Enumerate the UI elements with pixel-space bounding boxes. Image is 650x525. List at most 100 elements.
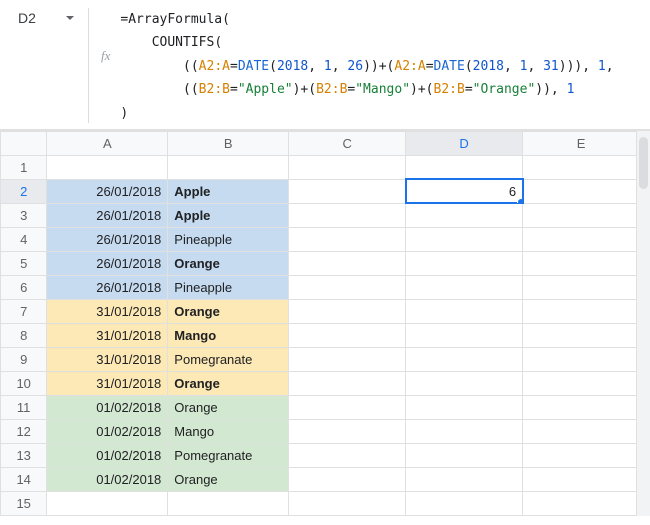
cell[interactable] bbox=[289, 251, 406, 275]
cell[interactable] bbox=[289, 491, 406, 515]
cell[interactable]: 26/01/2018 bbox=[47, 179, 168, 203]
row-header[interactable]: 15 bbox=[1, 491, 47, 515]
chevron-down-icon[interactable] bbox=[66, 16, 74, 20]
cell[interactable]: Orange bbox=[168, 371, 289, 395]
row-header[interactable]: 13 bbox=[1, 443, 47, 467]
cell[interactable]: Pomegranate bbox=[168, 443, 289, 467]
row-header[interactable]: 9 bbox=[1, 347, 47, 371]
row-header[interactable]: 12 bbox=[1, 419, 47, 443]
cell[interactable]: 26/01/2018 bbox=[47, 275, 168, 299]
cell[interactable] bbox=[289, 299, 406, 323]
cell[interactable]: 31/01/2018 bbox=[47, 299, 168, 323]
cell[interactable] bbox=[523, 299, 640, 323]
row-header[interactable]: 14 bbox=[1, 467, 47, 491]
cell[interactable] bbox=[523, 419, 640, 443]
row-header[interactable]: 2 bbox=[1, 179, 47, 203]
cell[interactable] bbox=[406, 395, 523, 419]
cell[interactable] bbox=[406, 203, 523, 227]
cell[interactable] bbox=[47, 491, 168, 515]
row-header[interactable]: 6 bbox=[1, 275, 47, 299]
cell[interactable]: Pomegranate bbox=[168, 347, 289, 371]
cell[interactable] bbox=[523, 275, 640, 299]
cell[interactable] bbox=[289, 419, 406, 443]
cell[interactable] bbox=[523, 491, 640, 515]
spreadsheet-grid[interactable]: ABCDE 1226/01/2018Apple6326/01/2018Apple… bbox=[0, 130, 650, 516]
cell[interactable] bbox=[406, 275, 523, 299]
cell[interactable] bbox=[289, 467, 406, 491]
column-header[interactable]: D bbox=[406, 131, 523, 155]
name-box[interactable]: D2 bbox=[8, 6, 80, 30]
cell[interactable]: Orange bbox=[168, 251, 289, 275]
row-header[interactable]: 10 bbox=[1, 371, 47, 395]
cell[interactable] bbox=[523, 443, 640, 467]
cell[interactable]: Mango bbox=[168, 323, 289, 347]
cell[interactable]: Apple bbox=[168, 203, 289, 227]
cell[interactable] bbox=[289, 203, 406, 227]
cell[interactable] bbox=[47, 155, 168, 179]
cell[interactable] bbox=[523, 155, 640, 179]
cell[interactable] bbox=[289, 155, 406, 179]
cell[interactable]: 01/02/2018 bbox=[47, 443, 168, 467]
formula-text[interactable]: =ArrayFormula( COUNTIFS( ((A2:A=DATE(201… bbox=[120, 8, 619, 125]
column-header[interactable]: C bbox=[289, 131, 406, 155]
row-header[interactable]: 3 bbox=[1, 203, 47, 227]
row-header[interactable]: 5 bbox=[1, 251, 47, 275]
cell[interactable] bbox=[168, 155, 289, 179]
cell[interactable]: 6 bbox=[406, 179, 523, 203]
cell[interactable] bbox=[289, 443, 406, 467]
cell[interactable]: 01/02/2018 bbox=[47, 395, 168, 419]
cell[interactable] bbox=[406, 227, 523, 251]
cell[interactable]: Pineapple bbox=[168, 227, 289, 251]
cell[interactable]: 01/02/2018 bbox=[47, 467, 168, 491]
cell[interactable] bbox=[289, 179, 406, 203]
cell[interactable] bbox=[523, 323, 640, 347]
cell[interactable]: Mango bbox=[168, 419, 289, 443]
select-all-corner[interactable] bbox=[1, 131, 47, 155]
cell[interactable] bbox=[523, 203, 640, 227]
cell[interactable]: 31/01/2018 bbox=[47, 347, 168, 371]
cell[interactable] bbox=[523, 371, 640, 395]
cell[interactable]: Orange bbox=[168, 395, 289, 419]
cell[interactable]: Apple bbox=[168, 179, 289, 203]
row-header[interactable]: 11 bbox=[1, 395, 47, 419]
column-header[interactable]: B bbox=[168, 131, 289, 155]
column-header[interactable]: E bbox=[523, 131, 640, 155]
cell[interactable] bbox=[523, 395, 640, 419]
cell[interactable]: 31/01/2018 bbox=[47, 323, 168, 347]
cell[interactable] bbox=[406, 347, 523, 371]
cell[interactable] bbox=[523, 227, 640, 251]
cell[interactable] bbox=[523, 251, 640, 275]
cell[interactable] bbox=[406, 323, 523, 347]
scrollbar-thumb[interactable] bbox=[639, 137, 648, 189]
cell[interactable]: Orange bbox=[168, 299, 289, 323]
cell[interactable]: Orange bbox=[168, 467, 289, 491]
cell[interactable] bbox=[289, 275, 406, 299]
row-header[interactable]: 8 bbox=[1, 323, 47, 347]
cell[interactable] bbox=[406, 251, 523, 275]
cell[interactable]: 01/02/2018 bbox=[47, 419, 168, 443]
cell[interactable] bbox=[406, 371, 523, 395]
formula-bar[interactable]: fx =ArrayFormula( COUNTIFS( ((A2:A=DATE(… bbox=[95, 6, 642, 125]
cell[interactable] bbox=[289, 323, 406, 347]
cell[interactable]: 26/01/2018 bbox=[47, 203, 168, 227]
cell[interactable] bbox=[523, 467, 640, 491]
cell[interactable] bbox=[289, 227, 406, 251]
cell[interactable]: 26/01/2018 bbox=[47, 227, 168, 251]
cell[interactable] bbox=[168, 491, 289, 515]
column-header[interactable]: A bbox=[47, 131, 168, 155]
cell[interactable] bbox=[289, 371, 406, 395]
row-header[interactable]: 1 bbox=[1, 155, 47, 179]
row-header[interactable]: 4 bbox=[1, 227, 47, 251]
cell[interactable]: Pineapple bbox=[168, 275, 289, 299]
cell[interactable] bbox=[289, 347, 406, 371]
cell[interactable] bbox=[406, 467, 523, 491]
cell[interactable] bbox=[406, 419, 523, 443]
cell[interactable] bbox=[406, 443, 523, 467]
cell[interactable]: 31/01/2018 bbox=[47, 371, 168, 395]
cell[interactable] bbox=[406, 299, 523, 323]
cell[interactable] bbox=[406, 155, 523, 179]
cell[interactable] bbox=[523, 347, 640, 371]
row-header[interactable]: 7 bbox=[1, 299, 47, 323]
cell[interactable] bbox=[289, 395, 406, 419]
cell[interactable] bbox=[523, 179, 640, 203]
